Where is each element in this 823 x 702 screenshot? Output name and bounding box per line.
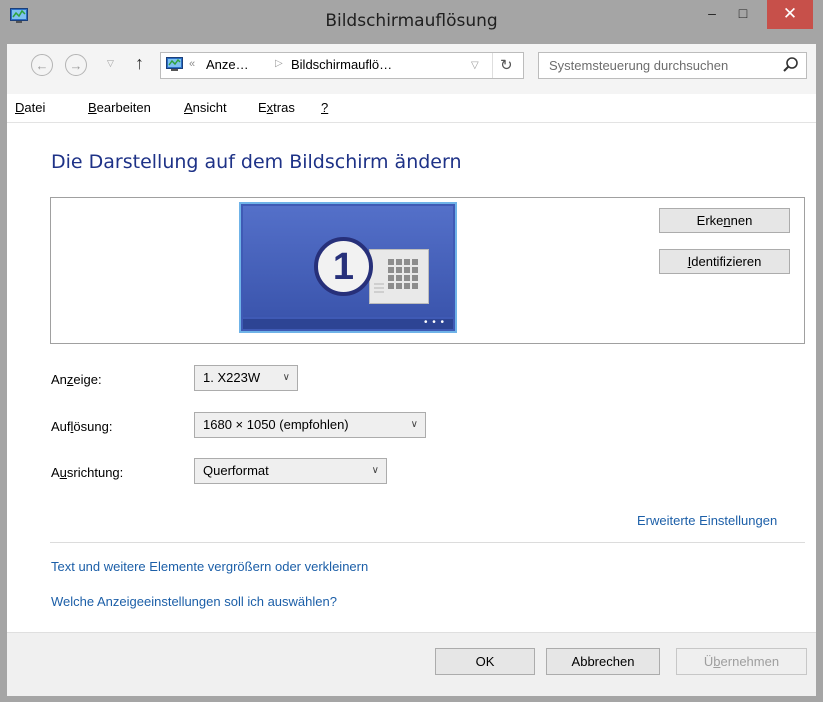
resolution-select[interactable]: 1680 × 1050 (empfohlen) ∨: [194, 412, 426, 438]
divider: [50, 542, 805, 543]
title-bar[interactable]: Bildschirmauflösung – □ ✕: [0, 0, 823, 44]
search-icon[interactable]: [782, 56, 800, 74]
text-size-link[interactable]: Text und weitere Elemente vergrößern ode…: [51, 559, 368, 574]
menu-bearbeiten[interactable]: Bearbeiten: [88, 100, 151, 115]
breadcrumb-resolution[interactable]: Bildschirmauflö…: [291, 57, 392, 72]
search-input[interactable]: Systemsteuerung durchsuchen: [538, 52, 807, 79]
tile-grid-icon: [374, 259, 418, 293]
window-client: ← → ▽ ↑ « Anze… ▷ Bildschirmauflö… ▽ ↻ S…: [7, 44, 816, 696]
detect-button[interactable]: Erkennen: [659, 208, 790, 233]
close-button[interactable]: ✕: [767, 0, 813, 29]
address-dropdown-icon[interactable]: ▽: [471, 60, 479, 71]
chevron-down-icon: ∨: [371, 465, 379, 476]
display-label: Anzeige:: [51, 372, 102, 387]
advanced-settings-link[interactable]: Erweiterte Einstellungen: [637, 513, 777, 528]
forward-icon[interactable]: →: [65, 54, 87, 76]
orientation-select[interactable]: Querformat ∨: [194, 458, 387, 484]
up-arrow-icon[interactable]: ↑: [135, 53, 144, 74]
window: Bildschirmauflösung – □ ✕ ← → ▽ ↑ « Anze…: [0, 0, 823, 702]
cancel-button[interactable]: Abbrechen: [546, 648, 660, 675]
ok-button[interactable]: OK: [435, 648, 535, 675]
breadcrumb-display[interactable]: Anze…: [206, 57, 249, 72]
orientation-label: Ausrichtung:: [51, 465, 124, 480]
address-divider: [492, 53, 493, 78]
apply-button[interactable]: Übernehmen: [676, 648, 807, 675]
navigation-bar: ← → ▽ ↑ « Anze… ▷ Bildschirmauflö… ▽ ↻ S…: [7, 44, 816, 94]
recent-locations-chevron-icon[interactable]: ▽: [107, 58, 114, 69]
chevron-down-icon: ∨: [410, 419, 418, 430]
maximize-button[interactable]: □: [728, 0, 758, 29]
resolution-select-value: 1680 × 1050 (empfohlen): [203, 417, 349, 432]
breadcrumb-separator-icon[interactable]: ▷: [275, 58, 283, 69]
display-preview: • • • 1 Erkennen Identifizieren: [50, 197, 805, 344]
resolution-label: Auflösung:: [51, 419, 113, 434]
display-select-value: 1. X223W: [203, 370, 261, 385]
back-icon[interactable]: ←: [31, 54, 53, 76]
address-bar[interactable]: « Anze… ▷ Bildschirmauflö… ▽ ↻: [160, 52, 524, 79]
refresh-icon[interactable]: ↻: [500, 56, 513, 74]
menu-help[interactable]: ?: [321, 100, 328, 115]
control-panel-icon: [166, 57, 183, 71]
menu-bar: Datei Bearbeiten Ansicht Extras ?: [7, 94, 816, 123]
display-help-link[interactable]: Welche Anzeigeeinstellungen soll ich aus…: [51, 594, 337, 609]
monitor-number-badge: 1: [314, 237, 373, 296]
display-select[interactable]: 1. X223W ∨: [194, 365, 298, 391]
minimize-button[interactable]: –: [697, 0, 727, 29]
start-tiles-icon: [369, 249, 429, 304]
chevron-down-icon: ∨: [282, 372, 290, 383]
menu-datei[interactable]: Datei: [15, 100, 45, 115]
menu-ansicht[interactable]: Ansicht: [184, 100, 227, 115]
button-bar: OK Abbrechen Übernehmen: [7, 632, 816, 696]
page-title: Die Darstellung auf dem Bildschirm änder…: [51, 151, 462, 173]
overflow-chevron-icon[interactable]: «: [189, 58, 195, 70]
identify-button[interactable]: Identifizieren: [659, 249, 790, 274]
monitor-taskbar: • • •: [243, 317, 453, 329]
search-placeholder: Systemsteuerung durchsuchen: [549, 58, 729, 73]
monitor-dots-icon: • • •: [423, 317, 445, 328]
monitor-1[interactable]: • • • 1: [239, 202, 457, 333]
menu-extras[interactable]: Extras: [258, 100, 295, 115]
orientation-select-value: Querformat: [203, 463, 269, 478]
